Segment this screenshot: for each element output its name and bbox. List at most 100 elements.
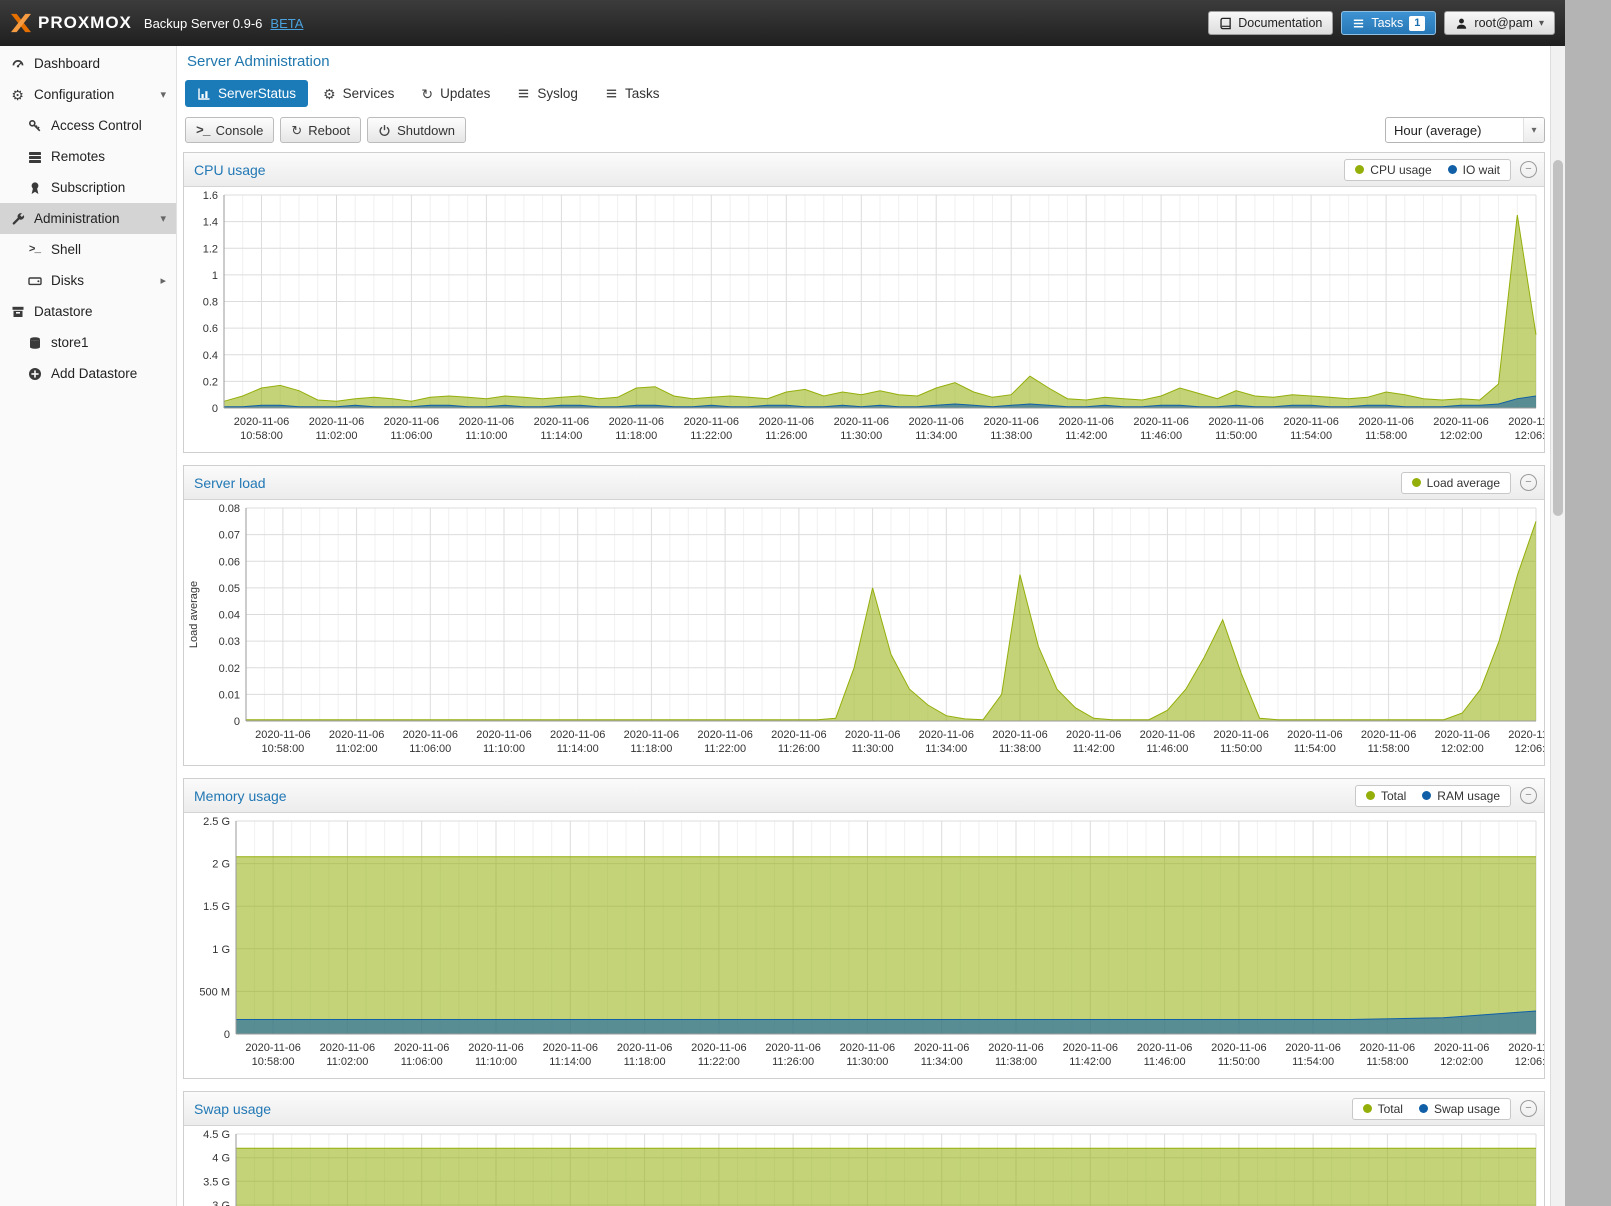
svg-text:0.06: 0.06 <box>219 556 240 568</box>
sidebar-item-add-datastore[interactable]: Add Datastore <box>0 358 176 389</box>
svg-text:2020-11-06: 2020-11-06 <box>320 1042 375 1054</box>
svg-text:10:58:00: 10:58:00 <box>261 743 304 755</box>
panel-header: Server load Load average − <box>184 466 1544 500</box>
svg-text:0.02: 0.02 <box>219 663 240 675</box>
svg-text:11:22:00: 11:22:00 <box>690 430 732 442</box>
toolbar: >_ Console ↻ Reboot Shutdown Hour (avera… <box>185 117 1545 143</box>
sidebar-item-remotes[interactable]: Remotes <box>0 141 176 172</box>
svg-text:11:30:00: 11:30:00 <box>852 743 894 755</box>
svg-text:11:14:00: 11:14:00 <box>540 430 582 442</box>
chart-legend: CPU usage IO wait <box>1344 159 1511 181</box>
svg-text:11:58:00: 11:58:00 <box>1368 743 1410 755</box>
dropdown-trigger-icon: ▾ <box>1523 118 1544 142</box>
key-icon <box>27 119 42 133</box>
svg-text:2020-11-06: 2020-11-06 <box>255 729 310 741</box>
time-range-select[interactable]: Hour (average) ▾ <box>1385 117 1545 143</box>
svg-text:2020-11-06: 2020-11-06 <box>771 729 826 741</box>
svg-text:3 G: 3 G <box>212 1200 230 1206</box>
svg-text:11:54:00: 11:54:00 <box>1294 743 1336 755</box>
svg-text:11:14:00: 11:14:00 <box>549 1056 591 1068</box>
collapse-icon[interactable]: − <box>1520 474 1537 491</box>
sidebar-item-configuration[interactable]: ⚙ Configuration ▾ <box>0 79 176 110</box>
scrollbar-thumb[interactable] <box>1553 160 1563 516</box>
panel-title: Swap usage <box>194 1101 271 1117</box>
svg-text:2020-11-06: 2020-11-06 <box>329 729 384 741</box>
book-icon <box>1219 17 1232 30</box>
vertical-scrollbar[interactable] <box>1550 46 1565 1206</box>
sidebar-item-subscription[interactable]: Subscription <box>0 172 176 203</box>
tasks-button[interactable]: Tasks 1 <box>1341 11 1436 35</box>
legend-item[interactable]: Swap usage <box>1419 1102 1500 1116</box>
svg-text:1.6: 1.6 <box>203 190 218 202</box>
collapse-icon[interactable]: − <box>1520 1100 1537 1117</box>
reboot-button[interactable]: ↻ Reboot <box>280 117 361 143</box>
tab-updates[interactable]: ↻ Updates <box>409 80 502 107</box>
svg-text:11:46:00: 11:46:00 <box>1140 430 1182 442</box>
tab-services[interactable]: ⚙ Services <box>311 80 406 107</box>
terminal-icon: >_ <box>27 243 42 257</box>
legend-dot <box>1355 165 1364 174</box>
swap-usage-chart: 0500 M1 G1.5 G2 G2.5 G3 G3.5 G4 G4.5 G20… <box>184 1126 1544 1206</box>
legend-item[interactable]: IO wait <box>1448 163 1500 177</box>
beta-link[interactable]: BETA <box>270 16 303 31</box>
server-load-chart: 00.010.020.030.040.050.060.070.082020-11… <box>184 500 1544 765</box>
svg-text:2020-11-06: 2020-11-06 <box>691 1042 746 1054</box>
time-range-value: Hour (average) <box>1386 123 1523 138</box>
sidebar-item-disks[interactable]: Disks ▸ <box>0 265 176 296</box>
svg-text:2020-11-06: 2020-11-06 <box>759 416 814 428</box>
product-version: Backup Server 0.9-6 <box>144 16 263 31</box>
sidebar-item-label: Add Datastore <box>51 366 137 381</box>
user-menu-button[interactable]: root@pam ▾ <box>1444 11 1555 35</box>
legend-item[interactable]: CPU usage <box>1355 163 1431 177</box>
sidebar-item-shell[interactable]: >_ Shell <box>0 234 176 265</box>
svg-text:12:06:00: 12:06:00 <box>1515 743 1544 755</box>
svg-text:2020-11-06: 2020-11-06 <box>550 729 605 741</box>
svg-text:0.08: 0.08 <box>219 503 240 515</box>
sidebar-item-dashboard[interactable]: Dashboard <box>0 48 176 79</box>
collapse-icon[interactable]: − <box>1520 161 1537 178</box>
svg-text:11:34:00: 11:34:00 <box>921 1056 963 1068</box>
memory-usage-chart: 0500 M1 G1.5 G2 G2.5 G2020-11-0610:58:00… <box>184 813 1544 1078</box>
svg-text:0.8: 0.8 <box>203 297 218 309</box>
tab-tasks[interactable]: Tasks <box>593 80 672 107</box>
tab-serverstatus[interactable]: ServerStatus <box>185 80 308 107</box>
svg-text:12:06:00: 12:06:00 <box>1515 430 1544 442</box>
svg-text:11:22:00: 11:22:00 <box>704 743 746 755</box>
tab-bar: ServerStatus ⚙ Services ↻ Updates Syslog <box>185 80 1545 107</box>
svg-text:2020-11-06: 2020-11-06 <box>1433 416 1488 428</box>
legend-item[interactable]: Total <box>1363 1102 1403 1116</box>
tab-label: ServerStatus <box>218 86 296 101</box>
legend-dot <box>1448 165 1457 174</box>
proxmox-logo: PROXMOX <box>10 13 132 33</box>
archive-box-icon <box>10 305 25 319</box>
legend-item[interactable]: Total <box>1366 789 1406 803</box>
database-icon <box>27 336 42 350</box>
svg-text:12:02:00: 12:02:00 <box>1440 1056 1483 1068</box>
svg-text:2020-11-06: 2020-11-06 <box>617 1042 672 1054</box>
tab-label: Syslog <box>537 86 578 101</box>
documentation-button[interactable]: Documentation <box>1208 11 1333 35</box>
legend-item[interactable]: Load average <box>1412 476 1500 490</box>
sidebar-item-label: Disks <box>51 273 84 288</box>
legend-dot <box>1366 791 1375 800</box>
sidebar-item-administration[interactable]: Administration ▾ <box>0 203 176 234</box>
top-buttons: Documentation Tasks 1 root@pam ▾ <box>1208 11 1555 35</box>
console-label: Console <box>216 123 264 138</box>
legend-dot <box>1412 478 1421 487</box>
svg-text:11:02:00: 11:02:00 <box>315 430 357 442</box>
sidebar-item-access-control[interactable]: Access Control <box>0 110 176 141</box>
svg-text:2020-11-06: 2020-11-06 <box>245 1042 300 1054</box>
svg-text:2020-11-06: 2020-11-06 <box>765 1042 820 1054</box>
legend-item[interactable]: RAM usage <box>1422 789 1500 803</box>
shutdown-button[interactable]: Shutdown <box>367 117 466 143</box>
console-button[interactable]: >_ Console <box>185 117 274 143</box>
tab-syslog[interactable]: Syslog <box>505 80 590 107</box>
memory-usage-panel: Memory usage TotalRAM usage − 0500 M1 G1… <box>183 778 1545 1079</box>
svg-text:11:18:00: 11:18:00 <box>624 1056 666 1068</box>
sidebar-item-store1[interactable]: store1 <box>0 327 176 358</box>
svg-text:11:18:00: 11:18:00 <box>630 743 672 755</box>
sidebar-item-datastore[interactable]: Datastore <box>0 296 176 327</box>
collapse-icon[interactable]: − <box>1520 787 1537 804</box>
sidebar-item-label: Subscription <box>51 180 125 195</box>
ribbon-icon <box>27 181 42 195</box>
